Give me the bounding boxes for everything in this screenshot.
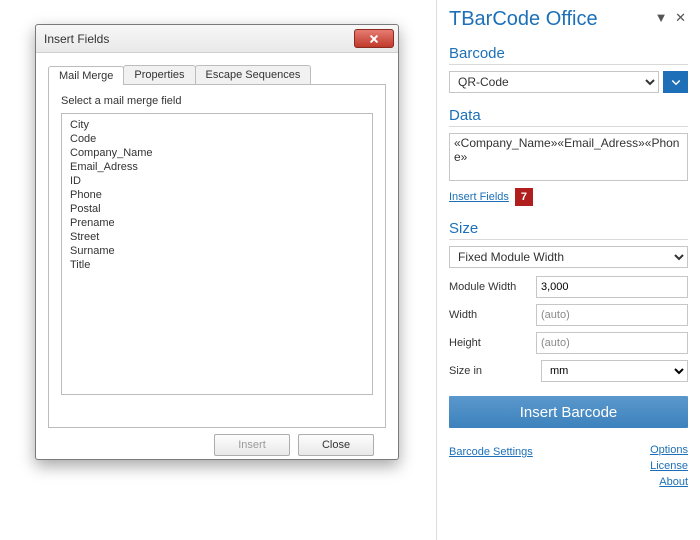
module-width-row: Module Width — [449, 276, 688, 298]
data-textarea[interactable]: «Company_Name»«Email_Adress»«Phone» — [449, 133, 688, 181]
dialog-tabs: Mail Merge Properties Escape Sequences — [48, 65, 386, 84]
panel-header: TBarCode Office ▼ ✕ — [449, 8, 688, 31]
field-listbox[interactable]: City Code Company_Name Email_Adress ID P… — [61, 113, 373, 395]
insert-fields-dialog: Insert Fields Mail Merge Properties Esca… — [35, 24, 399, 460]
dialog-titlebar: Insert Fields — [36, 25, 398, 53]
height-input[interactable] — [536, 332, 688, 354]
dialog-close-button[interactable] — [354, 29, 394, 48]
list-item[interactable]: Postal — [64, 202, 370, 216]
list-item[interactable]: Prename — [64, 216, 370, 230]
tab-panel: Select a mail merge field City Code Comp… — [48, 84, 386, 428]
data-section-label: Data — [449, 107, 688, 124]
width-label: Width — [449, 309, 536, 321]
size-in-select[interactable]: mm — [541, 360, 688, 382]
divider — [449, 239, 688, 240]
size-section-label: Size — [449, 220, 688, 237]
list-item[interactable]: City — [64, 118, 370, 132]
insert-barcode-button[interactable]: Insert Barcode — [449, 396, 688, 428]
about-link[interactable]: About — [659, 476, 688, 488]
chevron-down-icon — [670, 76, 682, 88]
list-item[interactable]: ID — [64, 174, 370, 188]
height-label: Height — [449, 337, 536, 349]
list-item[interactable]: Email_Adress — [64, 160, 370, 174]
tab-escape-sequences[interactable]: Escape Sequences — [195, 65, 312, 84]
list-item[interactable]: Phone — [64, 188, 370, 202]
insert-button[interactable]: Insert — [214, 434, 290, 456]
options-link[interactable]: Options — [650, 444, 688, 456]
size-mode-select[interactable]: Fixed Module Width — [449, 246, 688, 268]
list-item[interactable]: Code — [64, 132, 370, 146]
divider — [449, 64, 688, 65]
tbarcode-panel: TBarCode Office ▼ ✕ Barcode QR-Code Data… — [436, 0, 696, 540]
insert-fields-link[interactable]: Insert Fields — [449, 191, 509, 203]
list-item[interactable]: Company_Name — [64, 146, 370, 160]
barcode-row: QR-Code — [449, 71, 688, 93]
divider — [449, 126, 688, 127]
dialog-buttons: Insert Close — [48, 428, 386, 456]
annotation-badge-7: 7 — [515, 188, 533, 206]
height-row: Height — [449, 332, 688, 354]
module-width-label: Module Width — [449, 281, 536, 293]
barcode-type-select[interactable]: QR-Code — [449, 71, 659, 93]
module-width-input[interactable] — [536, 276, 688, 298]
list-item[interactable]: Street — [64, 230, 370, 244]
panel-window-controls[interactable]: ▼ ✕ — [655, 10, 688, 26]
tab-properties[interactable]: Properties — [123, 65, 195, 84]
dialog-prompt: Select a mail merge field — [61, 95, 373, 107]
footer-links: Barcode Settings Options License About — [449, 444, 688, 488]
dialog-title: Insert Fields — [44, 32, 109, 46]
barcode-section-label: Barcode — [449, 45, 688, 62]
size-in-row: Size in mm — [449, 360, 688, 382]
close-button[interactable]: Close — [298, 434, 374, 456]
width-input[interactable] — [536, 304, 688, 326]
license-link[interactable]: License — [650, 460, 688, 472]
insert-fields-row: Insert Fields 7 — [449, 188, 688, 206]
barcode-settings-link[interactable]: Barcode Settings — [449, 446, 533, 458]
size-in-label: Size in — [449, 365, 541, 377]
barcode-expand-button[interactable] — [663, 71, 688, 93]
panel-title: TBarCode Office — [449, 8, 655, 31]
width-row: Width — [449, 304, 688, 326]
dialog-body: Mail Merge Properties Escape Sequences S… — [36, 53, 398, 468]
list-item[interactable]: Surname — [64, 244, 370, 258]
list-item[interactable]: Title — [64, 258, 370, 272]
tab-mail-merge[interactable]: Mail Merge — [48, 66, 124, 85]
